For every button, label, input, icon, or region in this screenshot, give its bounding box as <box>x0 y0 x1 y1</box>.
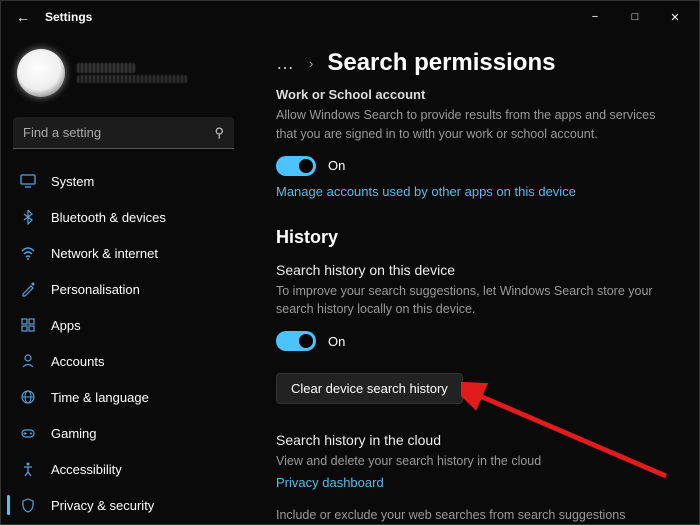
device-history-toggle[interactable] <box>276 331 316 351</box>
minimize-button[interactable]: − <box>575 3 615 31</box>
sidebar-item-label: Privacy & security <box>51 498 154 513</box>
sidebar-item-label: Time & language <box>51 390 149 405</box>
accounts-icon <box>19 352 37 370</box>
titlebar: ← Settings − □ ✕ <box>1 1 699 33</box>
avatar <box>17 49 65 97</box>
sidebar-item-update[interactable]: Windows Update <box>7 523 240 524</box>
sidebar-item-label: Network & internet <box>51 246 158 261</box>
find-setting-search[interactable]: ⚲ <box>13 117 234 149</box>
sidebar-item-label: Gaming <box>51 426 97 441</box>
page-title: Search permissions <box>327 49 555 77</box>
search-input[interactable] <box>23 125 214 140</box>
sidebar-item-network[interactable]: Network & internet <box>7 235 240 271</box>
system-icon <box>19 172 37 190</box>
chevron-right-icon: › <box>309 56 313 71</box>
accessibility-icon <box>19 460 37 478</box>
sidebar-item-label: System <box>51 174 94 189</box>
sidebar-item-bluetooth[interactable]: Bluetooth & devices <box>7 199 240 235</box>
sidebar-item-system[interactable]: System <box>7 163 240 199</box>
sidebar-item-personalisation[interactable]: Personalisation <box>7 271 240 307</box>
back-button[interactable]: ← <box>13 9 33 25</box>
paint-icon <box>19 280 37 298</box>
work-school-desc: Allow Windows Search to provide results … <box>276 106 656 144</box>
main-content: … › Search permissions Work or School ac… <box>246 33 699 524</box>
close-button[interactable]: ✕ <box>655 3 695 31</box>
shield-icon <box>19 496 37 514</box>
apps-icon <box>19 316 37 334</box>
sidebar-item-label: Apps <box>51 318 81 333</box>
work-school-toggle[interactable] <box>276 156 316 176</box>
footer-desc: Include or exclude your web searches fro… <box>276 506 656 524</box>
maximize-button[interactable]: □ <box>615 3 655 31</box>
device-history-toggle-label: On <box>328 334 345 349</box>
sidebar-item-accessibility[interactable]: Accessibility <box>7 451 240 487</box>
globe-icon <box>19 388 37 406</box>
gaming-icon <box>19 424 37 442</box>
window-title: Settings <box>45 10 92 24</box>
cloud-history-desc: View and delete your search history in t… <box>276 452 656 471</box>
user-profile[interactable] <box>7 41 240 113</box>
breadcrumb-more-icon[interactable]: … <box>276 53 295 74</box>
sidebar-item-time[interactable]: Time & language <box>7 379 240 415</box>
work-school-toggle-label: On <box>328 158 345 173</box>
nav-list: System Bluetooth & devices Network & int… <box>7 163 240 524</box>
sidebar-item-label: Personalisation <box>51 282 140 297</box>
profile-text <box>77 63 187 83</box>
work-school-heading: Work or School account <box>276 87 675 102</box>
sidebar-item-apps[interactable]: Apps <box>7 307 240 343</box>
sidebar-item-label: Bluetooth & devices <box>51 210 166 225</box>
history-heading: History <box>276 227 675 248</box>
manage-accounts-link[interactable]: Manage accounts used by other apps on th… <box>276 184 675 199</box>
cloud-history-heading: Search history in the cloud <box>276 432 675 448</box>
clear-history-button[interactable]: Clear device search history <box>276 373 463 404</box>
wifi-icon <box>19 244 37 262</box>
device-history-desc: To improve your search suggestions, let … <box>276 282 656 320</box>
sidebar-item-label: Accessibility <box>51 462 122 477</box>
sidebar: ⚲ System Bluetooth & devices Network & i… <box>1 33 246 524</box>
sidebar-item-label: Accounts <box>51 354 104 369</box>
bluetooth-icon <box>19 208 37 226</box>
device-history-heading: Search history on this device <box>276 262 675 278</box>
sidebar-item-privacy[interactable]: Privacy & security <box>7 487 240 523</box>
breadcrumb: … › Search permissions <box>276 49 675 77</box>
sidebar-item-gaming[interactable]: Gaming <box>7 415 240 451</box>
privacy-dashboard-link[interactable]: Privacy dashboard <box>276 475 675 490</box>
sidebar-item-accounts[interactable]: Accounts <box>7 343 240 379</box>
search-icon: ⚲ <box>214 125 224 141</box>
